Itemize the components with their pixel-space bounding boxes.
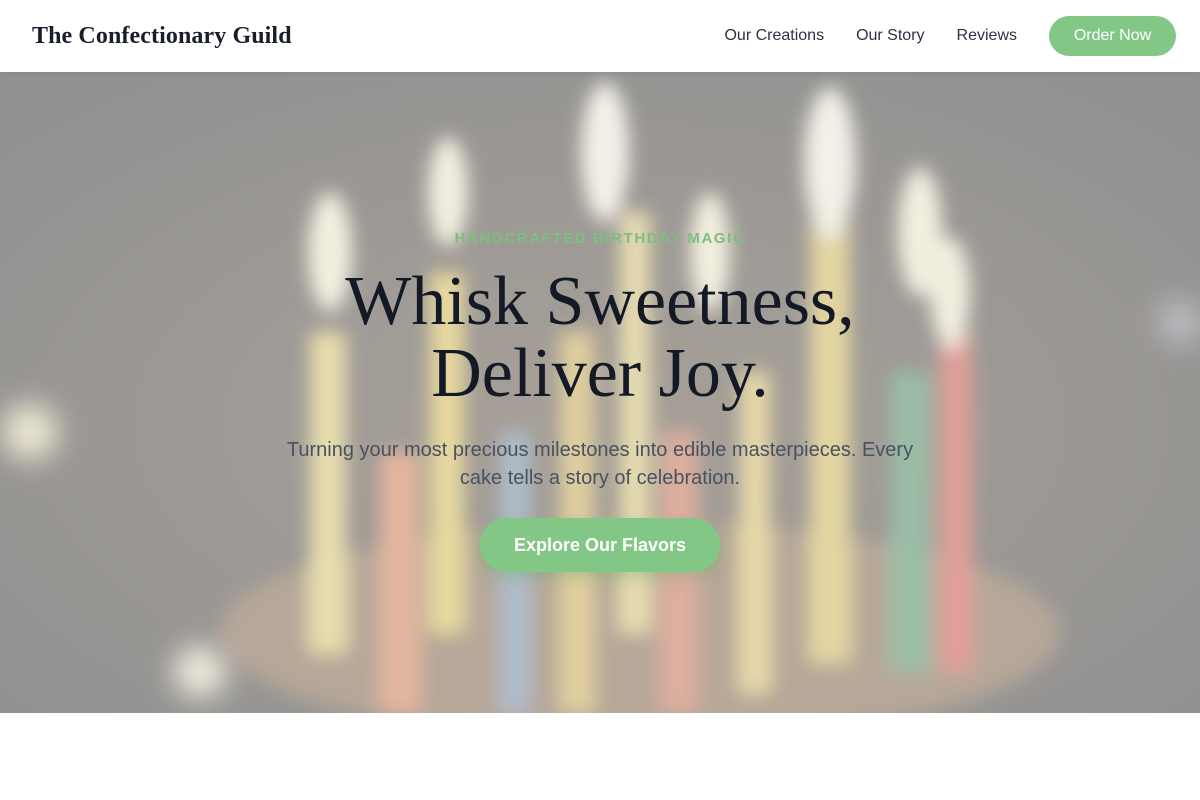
main-nav: Our Creations Our Story Reviews Order No… bbox=[724, 16, 1176, 56]
order-now-button[interactable]: Order Now bbox=[1049, 16, 1176, 56]
below-hero-section bbox=[0, 713, 1200, 800]
hero-headline-line1: Whisk Sweetness, bbox=[345, 263, 855, 340]
hero-content: HANDCRAFTED BIRTHDAY MAGIC Whisk Sweetne… bbox=[0, 72, 1200, 713]
nav-link-our-story[interactable]: Our Story bbox=[856, 27, 924, 45]
nav-link-our-creations[interactable]: Our Creations bbox=[724, 27, 824, 45]
hero-headline-line2: Deliver Joy. bbox=[431, 335, 769, 412]
hero-headline: Whisk Sweetness, Deliver Joy. bbox=[0, 266, 1200, 410]
nav-link-reviews[interactable]: Reviews bbox=[957, 27, 1017, 45]
brand-logo[interactable]: The Confectionary Guild bbox=[32, 23, 292, 50]
site-header: The Confectionary Guild Our Creations Ou… bbox=[0, 0, 1200, 72]
hero-subtext: Turning your most precious milestones in… bbox=[286, 439, 914, 489]
hero-eyebrow: HANDCRAFTED BIRTHDAY MAGIC bbox=[454, 230, 746, 247]
explore-flavors-button[interactable]: Explore Our Flavors bbox=[480, 518, 720, 572]
hero-section: HANDCRAFTED BIRTHDAY MAGIC Whisk Sweetne… bbox=[0, 72, 1200, 713]
